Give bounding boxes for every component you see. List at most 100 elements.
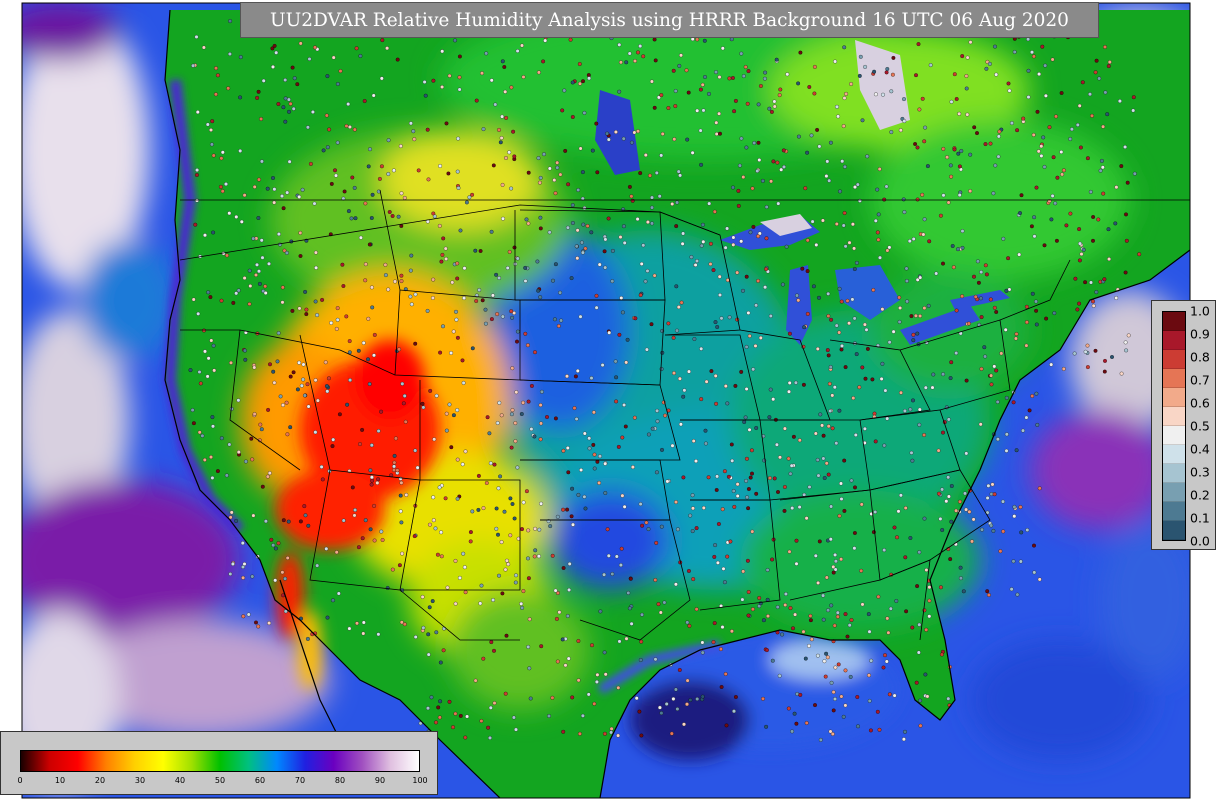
station-marker bbox=[751, 367, 756, 372]
station-marker bbox=[305, 125, 310, 130]
station-marker bbox=[681, 231, 686, 236]
station-marker bbox=[853, 185, 857, 190]
station-colorbar-segment bbox=[1163, 502, 1185, 521]
station-marker bbox=[620, 435, 625, 440]
station-marker bbox=[699, 162, 704, 167]
station-marker bbox=[839, 347, 844, 352]
station-marker bbox=[1061, 168, 1066, 173]
station-marker bbox=[500, 59, 505, 64]
station-marker bbox=[523, 265, 528, 270]
station-marker bbox=[707, 91, 711, 96]
station-marker bbox=[400, 551, 405, 556]
station-marker bbox=[922, 217, 927, 222]
station-marker bbox=[761, 618, 766, 623]
station-marker bbox=[594, 293, 599, 298]
map-title: UU2DVAR Relative Humidity Analysis using… bbox=[240, 2, 1099, 38]
station-marker bbox=[489, 78, 494, 83]
station-marker bbox=[1053, 201, 1058, 206]
station-marker bbox=[927, 585, 932, 590]
station-marker bbox=[398, 493, 403, 498]
station-marker bbox=[603, 237, 608, 242]
station-marker bbox=[894, 599, 899, 603]
station-marker bbox=[835, 614, 840, 619]
station-marker bbox=[561, 566, 566, 570]
station-marker bbox=[618, 563, 623, 568]
station-marker bbox=[444, 411, 449, 416]
station-marker bbox=[673, 582, 678, 587]
station-marker bbox=[1009, 587, 1014, 592]
station-marker bbox=[916, 42, 921, 47]
station-marker bbox=[533, 526, 538, 531]
station-marker bbox=[797, 438, 802, 443]
station-marker bbox=[931, 372, 936, 377]
station-marker bbox=[392, 464, 397, 469]
station-marker bbox=[490, 293, 495, 298]
station-marker bbox=[732, 709, 736, 714]
station-marker bbox=[455, 335, 460, 340]
station-marker bbox=[867, 629, 872, 634]
station-marker bbox=[265, 186, 270, 191]
station-marker bbox=[402, 622, 407, 627]
station-marker bbox=[1024, 304, 1029, 309]
station-marker bbox=[917, 107, 922, 112]
station-marker bbox=[1080, 80, 1085, 85]
station-marker bbox=[566, 470, 571, 475]
station-marker bbox=[437, 223, 442, 228]
station-marker bbox=[777, 93, 782, 98]
station-marker bbox=[285, 556, 290, 560]
station-marker bbox=[455, 169, 460, 174]
station-marker bbox=[954, 351, 959, 356]
station-marker bbox=[1103, 45, 1107, 49]
station-marker bbox=[211, 424, 215, 429]
station-marker bbox=[219, 436, 224, 441]
station-marker bbox=[515, 256, 520, 261]
station-marker bbox=[383, 273, 388, 278]
station-marker bbox=[399, 520, 404, 525]
station-marker bbox=[288, 101, 293, 106]
station-marker bbox=[821, 433, 826, 438]
station-marker bbox=[828, 365, 833, 369]
station-marker bbox=[638, 658, 643, 662]
station-marker bbox=[609, 730, 614, 735]
station-marker bbox=[843, 668, 848, 673]
station-marker bbox=[191, 63, 196, 68]
station-marker bbox=[1035, 422, 1040, 427]
station-marker bbox=[968, 40, 973, 45]
station-marker bbox=[376, 477, 381, 482]
station-marker bbox=[659, 93, 664, 98]
station-marker bbox=[733, 383, 738, 388]
station-marker bbox=[238, 95, 243, 100]
station-marker bbox=[851, 396, 856, 401]
station-marker bbox=[1039, 153, 1044, 158]
station-marker bbox=[832, 385, 837, 390]
station-marker bbox=[652, 273, 657, 278]
station-marker bbox=[521, 75, 526, 79]
station-marker bbox=[481, 127, 486, 132]
station-marker bbox=[461, 380, 466, 385]
station-marker bbox=[870, 377, 875, 382]
station-marker bbox=[441, 236, 446, 241]
station-marker bbox=[455, 496, 460, 501]
station-marker bbox=[731, 489, 736, 493]
station-marker bbox=[765, 568, 770, 572]
station-marker bbox=[509, 445, 514, 450]
station-marker bbox=[856, 724, 860, 729]
station-marker bbox=[913, 313, 918, 318]
station-marker bbox=[881, 92, 885, 97]
station-marker bbox=[879, 376, 884, 381]
station-marker bbox=[871, 288, 876, 292]
station-marker bbox=[1054, 114, 1058, 119]
station-marker bbox=[917, 622, 922, 627]
station-marker bbox=[483, 321, 488, 326]
station-marker bbox=[241, 565, 245, 569]
station-marker bbox=[736, 203, 741, 208]
station-marker bbox=[797, 505, 802, 510]
station-marker bbox=[843, 365, 848, 370]
station-marker bbox=[367, 242, 372, 247]
station-marker bbox=[987, 61, 992, 66]
station-marker bbox=[263, 291, 268, 295]
station-marker bbox=[964, 74, 969, 78]
station-marker bbox=[313, 250, 318, 255]
station-marker bbox=[908, 536, 913, 540]
station-marker bbox=[954, 308, 959, 313]
